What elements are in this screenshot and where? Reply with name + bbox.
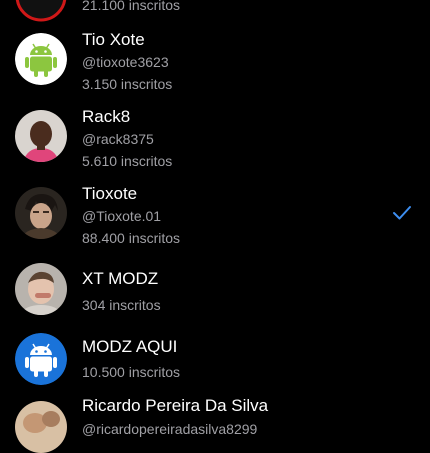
- account-handle: @rack8375: [82, 131, 154, 147]
- subscriber-count: 304 inscritos: [82, 297, 161, 313]
- account-row-2[interactable]: Rack8 @rack8375 5.610 inscritos: [0, 107, 430, 173]
- person-photo-icon: [15, 110, 67, 162]
- checkmark-icon: [392, 205, 412, 221]
- account-name: Tio Xote: [82, 30, 145, 49]
- account-name: XT MODZ: [82, 269, 159, 288]
- subscriber-count: 10.500 inscritos: [82, 364, 181, 380]
- account-name: Tioxote: [82, 184, 138, 203]
- account-handle: @Tioxote.01: [82, 208, 162, 224]
- person-photo-icon: [15, 263, 67, 315]
- account-row-3[interactable]: Tioxote @Tioxote.01 88.400 inscritos: [0, 184, 430, 250]
- account-row-5[interactable]: MODZ AQUI 10.500 inscritos: [0, 333, 430, 391]
- subscriber-count: 21.100 inscritos: [82, 0, 181, 13]
- account-handle: @tioxote3623: [82, 54, 169, 70]
- android-icon: [15, 333, 67, 385]
- account-handle: @ricardopereiradasilva8299: [82, 421, 258, 437]
- subscriber-count: 88.400 inscritos: [82, 230, 181, 246]
- account-row-0[interactable]: 21.100 inscritos: [0, 0, 430, 22]
- account-row-4[interactable]: XT MODZ 304 inscritos: [0, 263, 430, 329]
- red-ring-avatar-icon: [15, 0, 67, 22]
- subscriber-count: 5.610 inscritos: [82, 153, 173, 169]
- android-icon: [15, 33, 67, 85]
- account-name: MODZ AQUI: [82, 337, 178, 356]
- account-name: Rack8: [82, 107, 131, 126]
- person-photo-icon: [15, 401, 67, 453]
- account-row-6[interactable]: Ricardo Pereira Da Silva @ricardopereira…: [0, 396, 430, 453]
- anime-character-icon: [15, 187, 67, 239]
- account-row-1[interactable]: Tio Xote @tioxote3623 3.150 inscritos: [0, 30, 430, 96]
- subscriber-count: 3.150 inscritos: [82, 76, 173, 92]
- account-name: Ricardo Pereira Da Silva: [82, 396, 269, 415]
